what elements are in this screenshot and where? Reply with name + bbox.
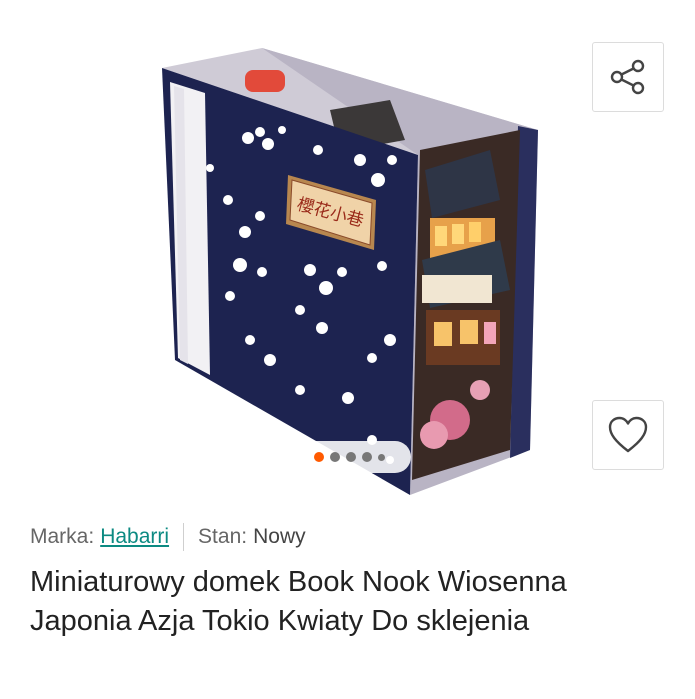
- favorite-button[interactable]: [592, 400, 664, 470]
- brand-label: Marka:: [30, 525, 95, 548]
- brand-link[interactable]: Habarri: [100, 525, 169, 549]
- carousel-dot-active[interactable]: [313, 452, 324, 462]
- product-title: Miniaturowy domek Book Nook Wiosenna Jap…: [30, 566, 567, 637]
- carousel-indicator[interactable]: [287, 441, 411, 473]
- share-button[interactable]: [592, 42, 664, 112]
- heart-icon: [608, 416, 648, 453]
- condition-label: Stan:: [198, 525, 248, 548]
- image-gallery[interactable]: 櫻花小巷: [0, 0, 695, 505]
- share-icon: [610, 59, 645, 95]
- carousel-dot[interactable]: [377, 453, 385, 461]
- meta-divider: [183, 523, 185, 551]
- carousel-dot[interactable]: [329, 452, 340, 462]
- product-meta: Marka: Habarri Stan: Nowy: [30, 523, 306, 551]
- carousel-dot[interactable]: [345, 452, 356, 462]
- product-image[interactable]: 櫻花小巷: [150, 40, 550, 500]
- condition-value: Nowy: [253, 525, 306, 548]
- carousel-dot[interactable]: [361, 452, 372, 462]
